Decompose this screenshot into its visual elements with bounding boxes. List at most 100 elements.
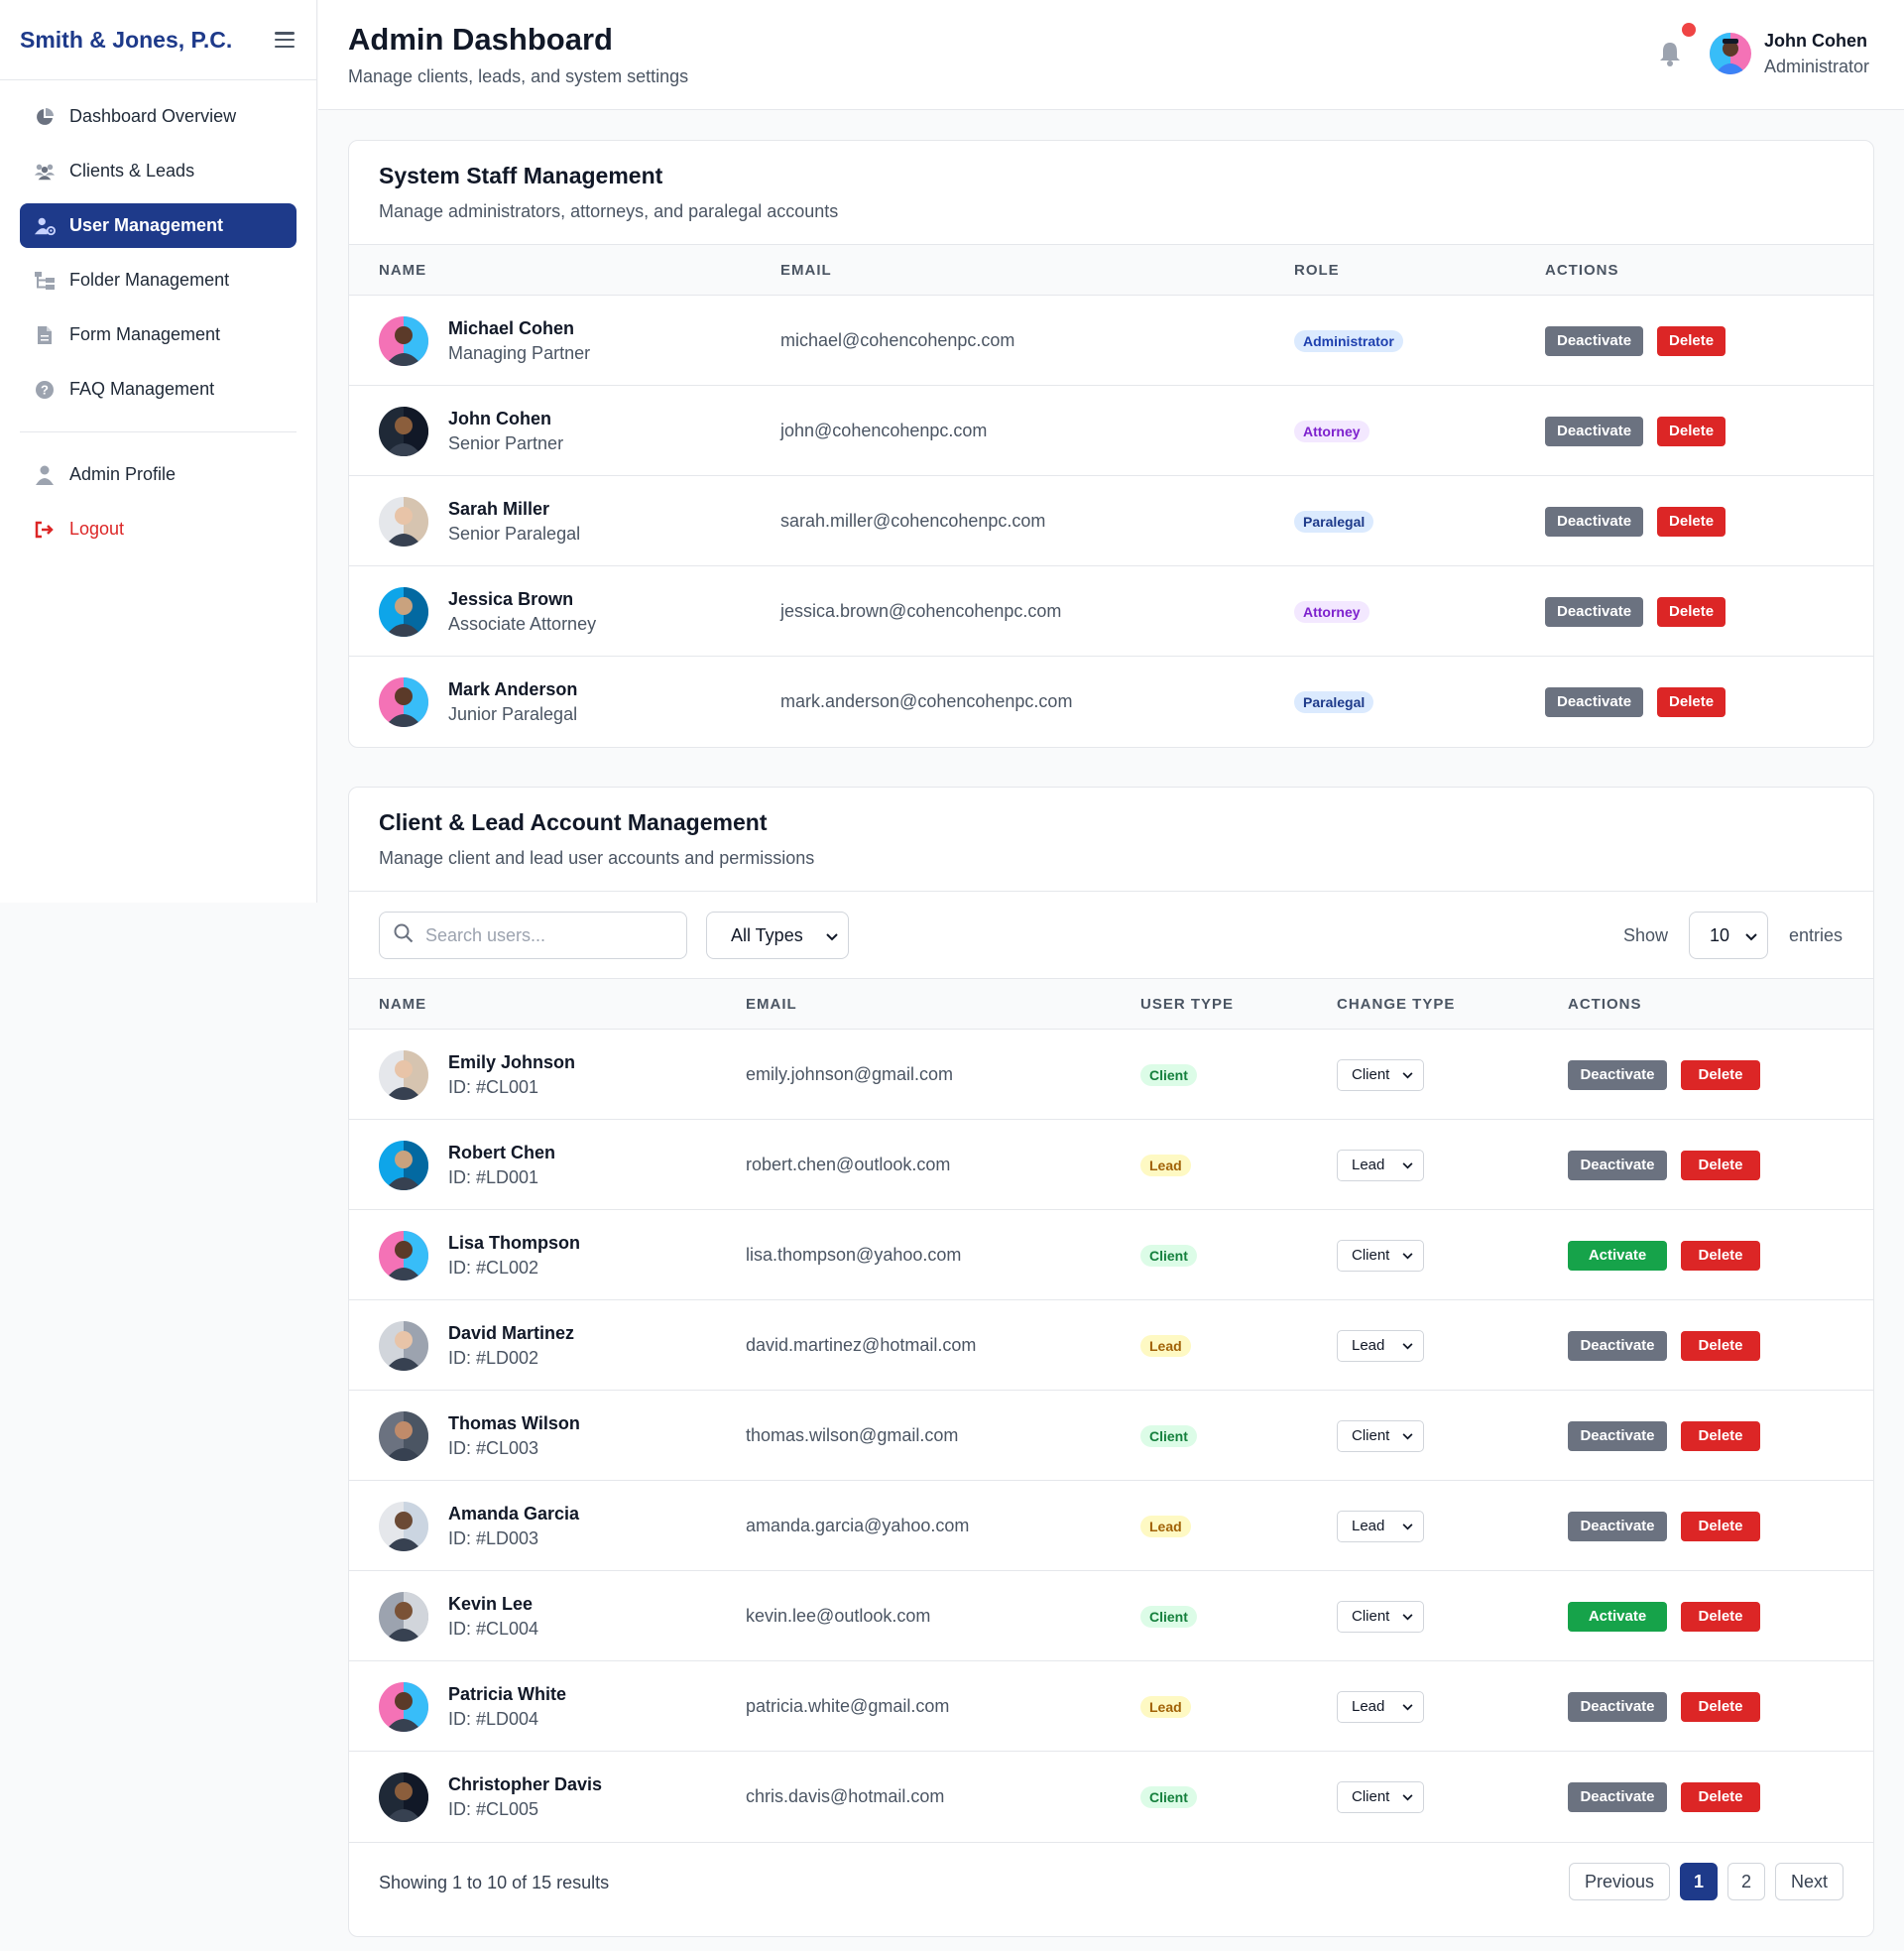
- user-type-cell: Client: [1140, 1752, 1197, 1842]
- delete-button[interactable]: Delete: [1681, 1240, 1760, 1271]
- change-type-select[interactable]: Client: [1337, 1600, 1424, 1633]
- email-cell: kevin.lee@outlook.com: [746, 1571, 930, 1661]
- user-type-cell: Lead: [1140, 1300, 1191, 1391]
- delete-button[interactable]: Delete: [1657, 596, 1726, 627]
- deactivate-button[interactable]: Deactivate: [1545, 596, 1644, 627]
- deactivate-button[interactable]: Deactivate: [1568, 1781, 1667, 1812]
- delete-button[interactable]: Delete: [1681, 1691, 1760, 1722]
- name-cell: Robert Chen ID: #LD001: [379, 1120, 555, 1210]
- sidebar-item-form-management[interactable]: Form Management: [20, 312, 297, 357]
- deactivate-button[interactable]: Deactivate: [1568, 1420, 1667, 1451]
- table-row: David Martinez ID: #LD002 david.martinez@h…: [349, 1300, 1873, 1391]
- bell-icon[interactable]: [1657, 40, 1685, 69]
- change-type-select[interactable]: Client: [1337, 1419, 1424, 1452]
- deactivate-button[interactable]: Deactivate: [1568, 1150, 1667, 1180]
- avatar[interactable]: [1710, 33, 1751, 74]
- staff-title: Senior Partner: [448, 432, 564, 453]
- sidebar-item-dashboard-overview[interactable]: Dashboard Overview: [20, 94, 297, 139]
- change-type-select[interactable]: Client: [1337, 1058, 1424, 1091]
- user-id: ID: #CL003: [448, 1437, 539, 1458]
- sidebar-item-admin-profile[interactable]: Admin Profile: [20, 452, 297, 497]
- deactivate-button[interactable]: Deactivate: [1545, 686, 1644, 717]
- sidebar-item-logout[interactable]: Logout: [20, 507, 297, 551]
- email-cell: michael@cohencohenpc.com: [780, 296, 1014, 386]
- role-badge: Attorney: [1294, 420, 1369, 442]
- search-box[interactable]: [379, 912, 687, 959]
- email-cell: thomas.wilson@gmail.com: [746, 1391, 958, 1481]
- avatar: [379, 1320, 428, 1371]
- sidebar-item-label: Admin Profile: [69, 464, 177, 484]
- column-header-email: Email: [780, 262, 832, 279]
- sidebar-item-label: User Management: [69, 215, 224, 235]
- change-type-select[interactable]: Lead: [1337, 1149, 1424, 1181]
- change-type-select[interactable]: Lead: [1337, 1510, 1424, 1542]
- previous-page-button[interactable]: Previous: [1568, 1863, 1670, 1900]
- change-type-cell: Client: [1337, 1030, 1424, 1120]
- avatar: [379, 1410, 428, 1461]
- header-user-role: Administrator: [1764, 57, 1870, 76]
- column-header-actions: Actions: [1568, 996, 1642, 1013]
- pie-chart-icon: [34, 106, 56, 128]
- deactivate-button[interactable]: Deactivate: [1545, 325, 1644, 356]
- entries-per-page-select[interactable]: 10: [1689, 912, 1768, 959]
- avatar: [379, 1049, 428, 1100]
- user-id: ID: #CL005: [448, 1798, 539, 1819]
- delete-button[interactable]: Delete: [1681, 1601, 1760, 1632]
- user-name: Patricia White: [448, 1683, 567, 1704]
- staff-title: Associate Attorney: [448, 613, 597, 634]
- change-type-select[interactable]: Lead: [1337, 1329, 1424, 1362]
- actions-cell: Activate Delete: [1568, 1210, 1774, 1300]
- user-type-badge: Lead: [1140, 1515, 1191, 1537]
- delete-button[interactable]: Delete: [1681, 1511, 1760, 1541]
- delete-button[interactable]: Delete: [1657, 686, 1726, 717]
- user-type-cell: Client: [1140, 1571, 1197, 1661]
- search-input[interactable]: [425, 924, 663, 946]
- deactivate-button[interactable]: Deactivate: [1568, 1511, 1667, 1541]
- sidebar-item-folder-management[interactable]: Folder Management: [20, 258, 297, 303]
- delete-button[interactable]: Delete: [1681, 1420, 1760, 1451]
- avatar: [379, 1771, 428, 1822]
- deactivate-button[interactable]: Deactivate: [1568, 1691, 1667, 1722]
- deactivate-button[interactable]: Deactivate: [1568, 1330, 1667, 1361]
- user-id: ID: #CL002: [448, 1257, 539, 1278]
- user-type-badge: Lead: [1140, 1334, 1191, 1357]
- delete-button[interactable]: Delete: [1657, 506, 1726, 537]
- change-type-select[interactable]: Lead: [1337, 1690, 1424, 1723]
- results-summary: Showing 1 to 10 of 15 results: [379, 1873, 610, 1892]
- deactivate-button[interactable]: Deactivate: [1568, 1059, 1667, 1090]
- table-row: Robert Chen ID: #LD001 robert.chen@outlook…: [349, 1120, 1873, 1210]
- name-cell: Lisa Thompson ID: #CL002: [379, 1210, 580, 1300]
- delete-button[interactable]: Delete: [1681, 1330, 1760, 1361]
- sidebar-nav: Dashboard Overview Clients & Leads User …: [0, 80, 316, 551]
- email-cell: lisa.thompson@yahoo.com: [746, 1210, 961, 1300]
- email-cell: john@cohencohenpc.com: [780, 386, 987, 476]
- page-2-button[interactable]: 2: [1726, 1863, 1765, 1900]
- delete-button[interactable]: Delete: [1657, 325, 1726, 356]
- delete-button[interactable]: Delete: [1681, 1150, 1760, 1180]
- delete-button[interactable]: Delete: [1681, 1059, 1760, 1090]
- card-header: Client & Lead Account Management Manage …: [349, 788, 1873, 892]
- delete-button[interactable]: Delete: [1681, 1781, 1760, 1812]
- change-type-select[interactable]: Client: [1337, 1780, 1424, 1813]
- activate-button[interactable]: Activate: [1568, 1240, 1667, 1271]
- column-header-change-type: Change Type: [1337, 996, 1456, 1013]
- column-header-user-type: User Type: [1140, 996, 1235, 1013]
- change-type-cell: Client: [1337, 1210, 1424, 1300]
- user-type-badge: Lead: [1140, 1154, 1191, 1176]
- sidebar-item-user-management[interactable]: User Management: [20, 203, 297, 248]
- sidebar-item-faq-management[interactable]: ? FAQ Management: [20, 367, 297, 412]
- entries-label: entries: [1789, 925, 1844, 945]
- menu-toggle-icon[interactable]: [275, 32, 295, 48]
- staff-name: John Cohen: [448, 408, 551, 428]
- chevron-down-icon: [1402, 1427, 1413, 1444]
- activate-button[interactable]: Activate: [1568, 1601, 1667, 1632]
- type-filter-select[interactable]: All Types: [706, 912, 849, 959]
- page-1-button[interactable]: 1: [1679, 1863, 1718, 1900]
- delete-button[interactable]: Delete: [1657, 416, 1726, 446]
- deactivate-button[interactable]: Deactivate: [1545, 416, 1644, 446]
- change-type-select[interactable]: Client: [1337, 1239, 1424, 1272]
- sidebar-item-clients-leads[interactable]: Clients & Leads: [20, 149, 297, 193]
- change-type-cell: Client: [1337, 1391, 1424, 1481]
- deactivate-button[interactable]: Deactivate: [1545, 506, 1644, 537]
- next-page-button[interactable]: Next: [1774, 1863, 1844, 1900]
